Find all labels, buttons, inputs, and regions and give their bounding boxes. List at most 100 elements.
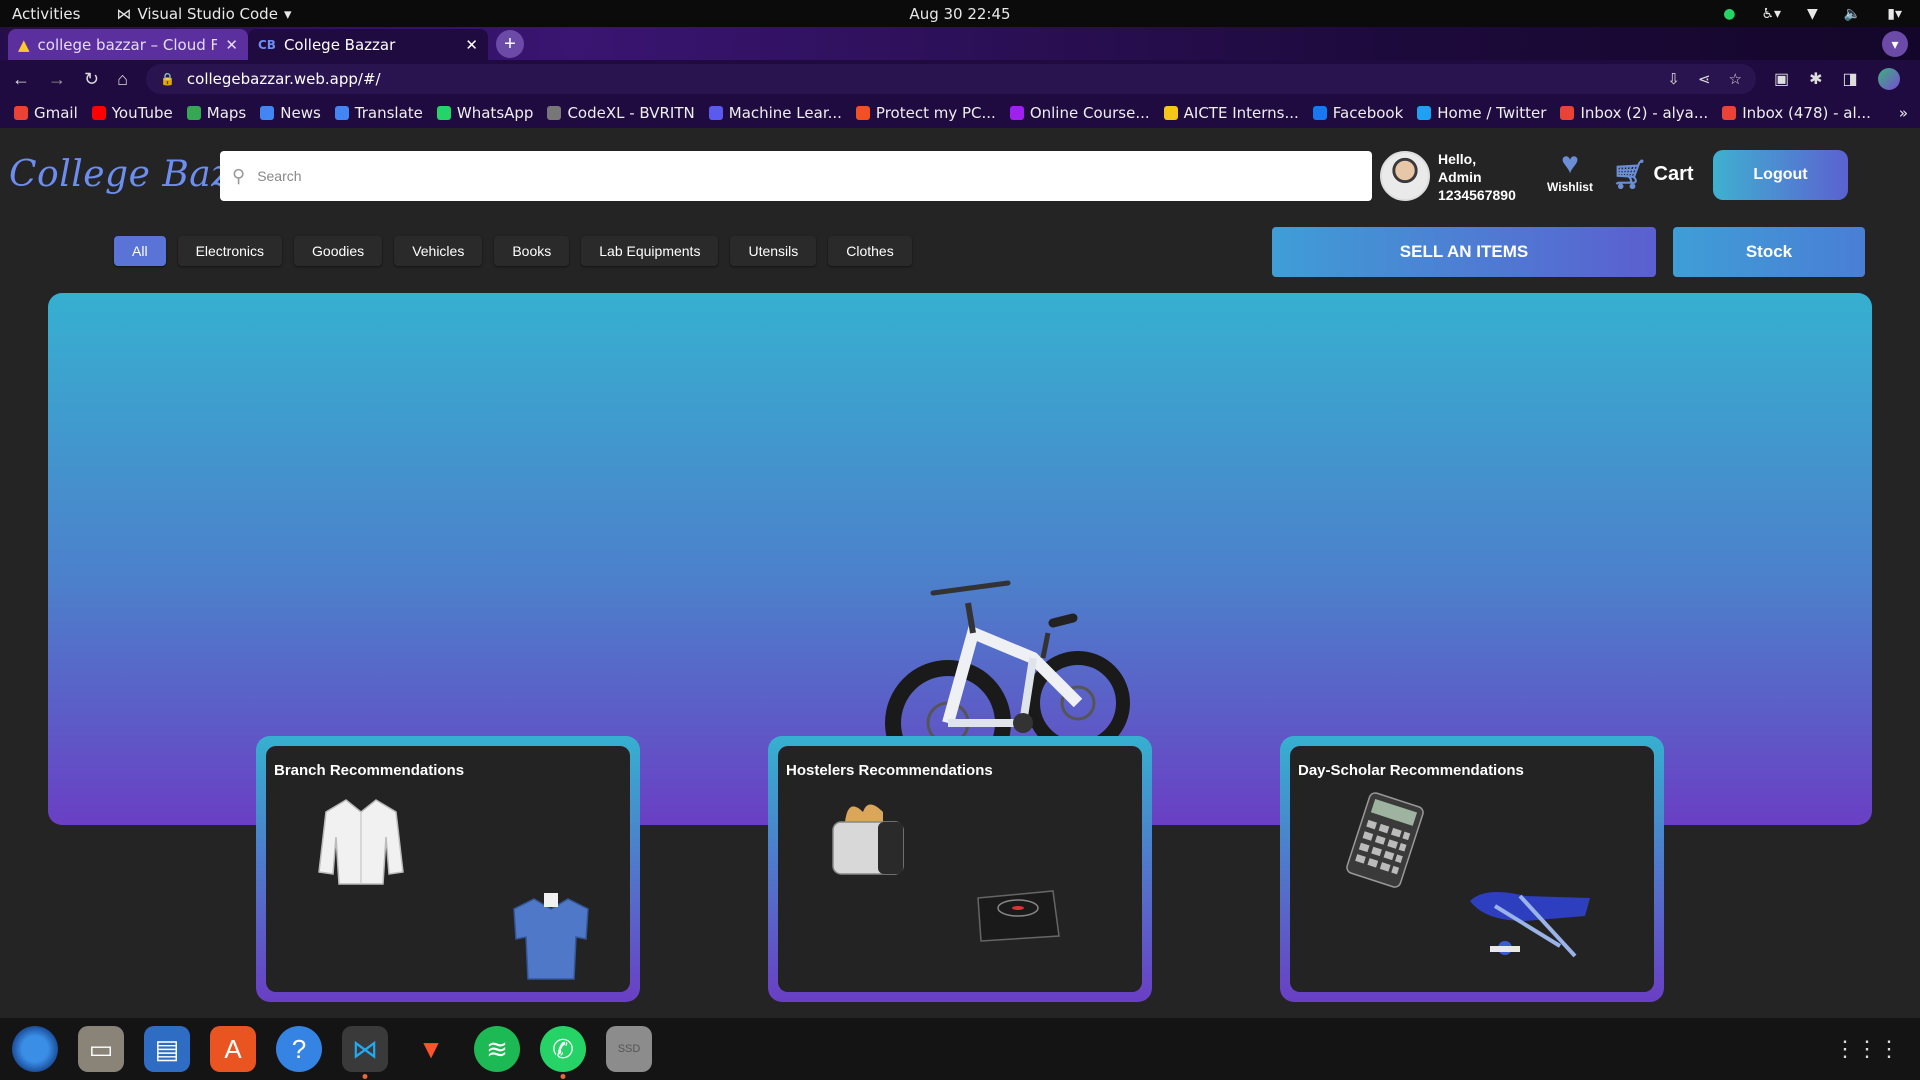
lock-icon[interactable]: 🔒 bbox=[160, 72, 175, 86]
sell-item-button[interactable]: SELL AN ITEMS bbox=[1272, 227, 1656, 277]
close-tab-icon[interactable]: ✕ bbox=[225, 36, 238, 54]
category-tab-books[interactable]: Books bbox=[494, 236, 570, 266]
close-tab-icon[interactable]: ✕ bbox=[465, 36, 478, 54]
bookmark-item[interactable]: Gmail bbox=[14, 104, 78, 122]
battery-icon[interactable]: ▮▾ bbox=[1887, 6, 1902, 22]
vscode-icon[interactable]: ⋈ bbox=[342, 1026, 388, 1079]
bookmark-item[interactable]: Machine Lear... bbox=[708, 104, 842, 122]
category-tab-utensils[interactable]: Utensils bbox=[730, 236, 817, 266]
induction-stove-image[interactable] bbox=[973, 876, 1063, 946]
bookmark-label: CodeXL - BVRITN bbox=[567, 104, 695, 122]
bookmark-favicon-icon bbox=[91, 106, 106, 120]
app-menu[interactable]: ⋈ Visual Studio Code ▾ bbox=[116, 5, 291, 23]
show-applications-icon[interactable]: ⋮⋮⋮ bbox=[1834, 1036, 1900, 1062]
bookmark-item[interactable]: CodeXL - BVRITN bbox=[547, 104, 695, 122]
profile-avatar[interactable] bbox=[1877, 68, 1900, 90]
search-bar[interactable]: ⚲ bbox=[220, 151, 1372, 201]
bookmark-item[interactable]: Protect my PC... bbox=[855, 104, 996, 122]
bookmark-item[interactable]: Inbox (2) - alya... bbox=[1560, 104, 1708, 122]
day-scholar-recommendations-card[interactable]: Day-Scholar Recommendations bbox=[1280, 736, 1664, 1002]
writer-icon[interactable]: ▤ bbox=[144, 1026, 190, 1072]
new-tab-button[interactable]: + bbox=[496, 30, 524, 58]
blue-shirt-image[interactable] bbox=[506, 891, 596, 981]
search-input[interactable] bbox=[257, 168, 1372, 184]
bookmarks-bar: Gmail YouTube Maps News Translate WhatsApp Cod… bbox=[0, 98, 1920, 128]
bookmark-item[interactable]: WhatsApp bbox=[436, 104, 533, 122]
user-greeting: Hello, Admin 1234567890 bbox=[1438, 150, 1516, 204]
bookmark-item[interactable]: Facebook bbox=[1312, 104, 1403, 122]
card-body: Day-Scholar Recommendations bbox=[1290, 746, 1654, 992]
bookmark-star-icon[interactable]: ☆ bbox=[1729, 70, 1742, 88]
brave-icon[interactable]: ▼ bbox=[408, 1026, 454, 1072]
bookmark-item[interactable]: AICTE Interns... bbox=[1163, 104, 1299, 122]
browser-tab-firebase[interactable]: ▲ college bazzar – Cloud Fir ✕ bbox=[8, 29, 248, 60]
taskbar-dock: ▭ ▤ A ? ⋈ ▼ ≋ ✆ SSD ⋮⋮⋮ bbox=[0, 1018, 1920, 1080]
search-icon: ⚲ bbox=[232, 165, 246, 186]
wifi-icon[interactable]: ▼ bbox=[1807, 6, 1818, 22]
install-icon[interactable]: ⇩ bbox=[1667, 70, 1680, 88]
cart-button[interactable]: 🛒︎ Cart bbox=[1612, 158, 1694, 191]
files-icon[interactable]: ▭ bbox=[78, 1026, 124, 1072]
address-bar[interactable]: 🔒 collegebazzar.web.app/#/ ⇩ ⋖ ☆ bbox=[145, 64, 1756, 94]
stock-button[interactable]: Stock bbox=[1673, 227, 1865, 277]
home-icon[interactable]: ⌂ bbox=[117, 69, 128, 90]
reload-icon[interactable]: ↻ bbox=[84, 69, 99, 90]
bookmark-item[interactable]: Translate bbox=[334, 104, 423, 122]
bookmark-label: Machine Lear... bbox=[728, 104, 842, 122]
hostelers-recommendations-card[interactable]: Hostelers Recommendations bbox=[768, 736, 1152, 1002]
app-menu-label: Visual Studio Code bbox=[137, 4, 278, 23]
tab-title: college bazzar – Cloud Fir bbox=[37, 35, 218, 54]
bookmarks-overflow-icon[interactable]: » bbox=[1899, 104, 1908, 122]
accessibility-icon[interactable]: ♿▾ bbox=[1761, 6, 1781, 22]
branch-recommendations-card[interactable]: Branch Recommendations bbox=[256, 736, 640, 1002]
help-icon[interactable]: ? bbox=[276, 1026, 322, 1072]
wishlist-button[interactable]: ♥ Wishlist bbox=[1540, 147, 1600, 195]
user-avatar[interactable] bbox=[1380, 151, 1430, 201]
greeting-phone: 1234567890 bbox=[1438, 187, 1516, 203]
puzzle-icon[interactable]: ✱ bbox=[1809, 69, 1822, 89]
back-icon[interactable]: ← bbox=[12, 69, 30, 90]
tab-search-icon[interactable]: ▾ bbox=[1882, 31, 1908, 57]
forward-icon[interactable]: → bbox=[48, 69, 66, 90]
bookmark-label: News bbox=[280, 104, 321, 122]
calculator-image[interactable] bbox=[1335, 790, 1435, 890]
heart-icon: ♥ bbox=[1561, 147, 1579, 180]
logout-button[interactable]: Logout bbox=[1713, 150, 1848, 200]
category-tab-goodies[interactable]: Goodies bbox=[294, 236, 383, 266]
bookmark-item[interactable]: Inbox (478) - al... bbox=[1722, 104, 1871, 122]
thunderbird-icon[interactable] bbox=[12, 1026, 58, 1072]
toaster-image[interactable] bbox=[823, 792, 913, 882]
volume-icon[interactable]: 🔈 bbox=[1844, 6, 1861, 22]
category-tab-electronics[interactable]: Electronics bbox=[177, 236, 283, 266]
browser-tab-college-bazzar[interactable]: CB College Bazzar ✕ bbox=[248, 29, 488, 60]
system-tray[interactable]: ● ♿▾ ▼ 🔈 ▮▾ bbox=[1723, 6, 1902, 22]
category-tab-lab-equipments[interactable]: Lab Equipments bbox=[581, 236, 719, 266]
url-text[interactable]: collegebazzar.web.app/#/ bbox=[187, 70, 1655, 88]
category-tab-clothes[interactable]: Clothes bbox=[828, 236, 912, 266]
software-store-icon[interactable]: A bbox=[210, 1026, 256, 1072]
bookmark-item[interactable]: News bbox=[260, 104, 321, 122]
lab-coat-image[interactable] bbox=[311, 792, 411, 892]
share-icon[interactable]: ⋖ bbox=[1698, 70, 1711, 88]
bookmark-item[interactable]: Home / Twitter bbox=[1417, 104, 1546, 122]
bookmark-favicon-icon bbox=[855, 106, 870, 120]
bookmark-item[interactable]: Online Course... bbox=[1009, 104, 1150, 122]
bookmark-item[interactable]: YouTube bbox=[91, 104, 173, 122]
clock[interactable]: Aug 30 22:45 bbox=[909, 5, 1010, 23]
whatsapp-tray-icon[interactable]: ● bbox=[1723, 6, 1735, 22]
disk-icon[interactable]: SSD bbox=[606, 1026, 652, 1072]
drafter-image[interactable] bbox=[1465, 886, 1595, 966]
spotify-icon[interactable]: ≋ bbox=[474, 1026, 520, 1072]
side-panel-icon[interactable]: ◨ bbox=[1843, 69, 1858, 89]
browser-tab-strip: ▲ college bazzar – Cloud Fir ✕ CB Colleg… bbox=[0, 27, 1920, 60]
extension-icon[interactable]: ▣ bbox=[1774, 69, 1789, 89]
bookmark-favicon-icon bbox=[14, 106, 28, 120]
category-tab-all[interactable]: All bbox=[114, 236, 166, 266]
category-tab-vehicles[interactable]: Vehicles bbox=[394, 236, 483, 266]
bookmark-label: AICTE Interns... bbox=[1183, 104, 1299, 122]
whatsapp-icon[interactable]: ✆ bbox=[540, 1026, 586, 1079]
page-content: College Bazzar ⚲ Hello, Admin 1234567890… bbox=[0, 128, 1920, 1018]
activities-button[interactable]: Activities bbox=[12, 5, 80, 23]
system-top-bar: Activities ⋈ Visual Studio Code ▾ Aug 30… bbox=[0, 0, 1920, 27]
bookmark-item[interactable]: Maps bbox=[186, 104, 246, 122]
